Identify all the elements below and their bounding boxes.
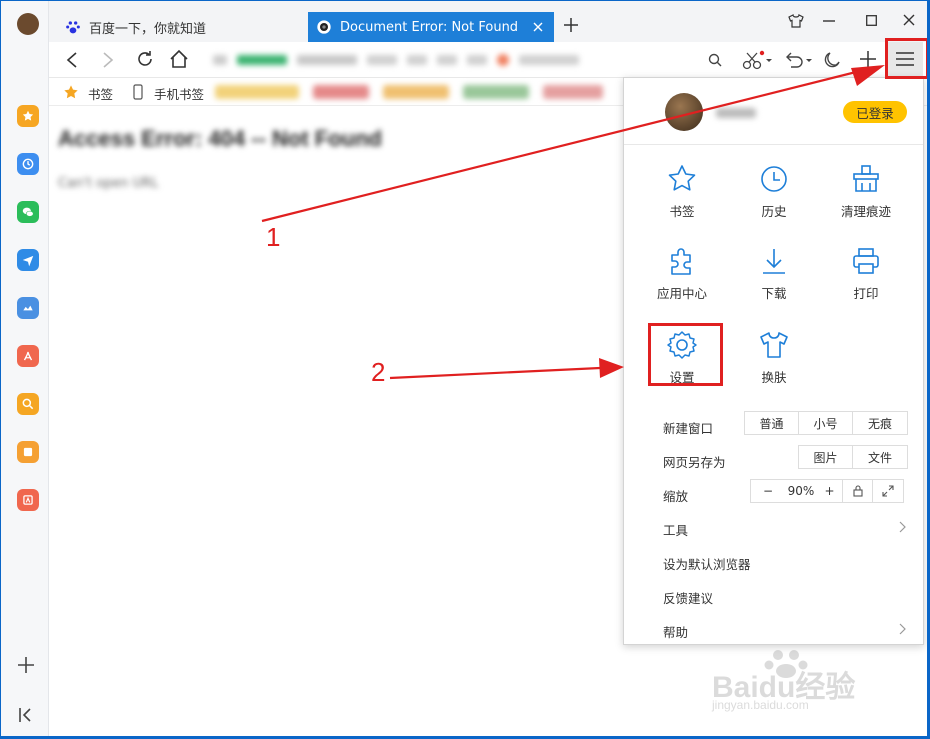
annotation-label-2: 2 — [371, 357, 386, 387]
annotation-arrows — [261, 65, 885, 380]
baidu-watermark: Baidu经验 jingyan.baidu.com — [700, 648, 900, 720]
annotation-label-1: 1 — [266, 222, 281, 252]
watermark-url: jingyan.baidu.com — [712, 698, 809, 712]
